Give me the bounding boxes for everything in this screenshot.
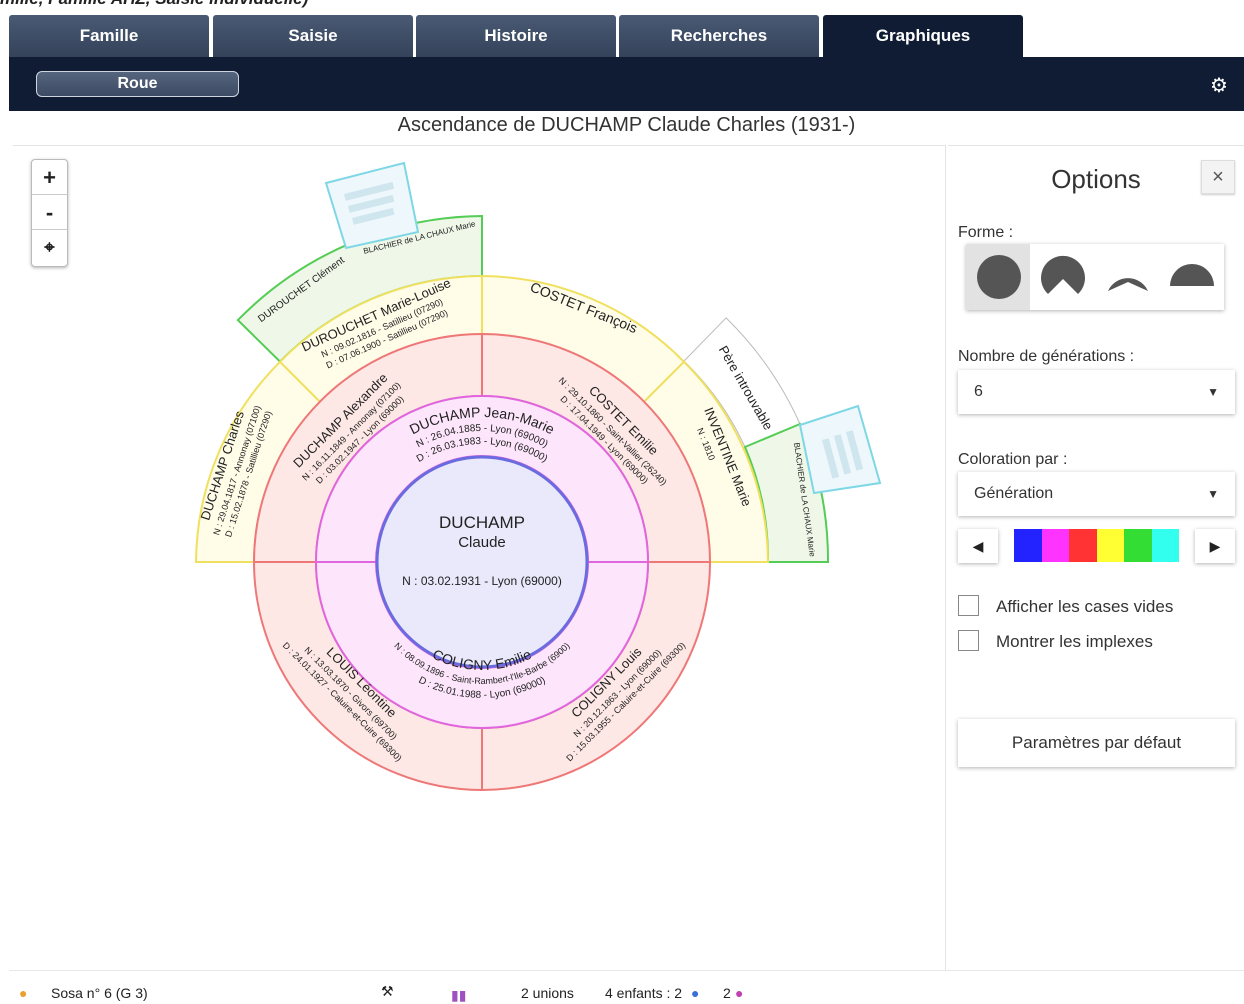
generations-select[interactable]: 6 ▼	[958, 370, 1235, 414]
shape-flat-half-option[interactable]	[1158, 244, 1222, 310]
palette-swatch	[1151, 529, 1179, 562]
chevron-down-icon: ▼	[1207, 487, 1219, 501]
shape-circle-option[interactable]	[966, 244, 1030, 310]
male-icon: ●	[691, 985, 700, 1001]
show-empty-label: Afficher les cases vides	[996, 597, 1174, 616]
coloration-label: Coloration par :	[958, 451, 1068, 468]
color-palette	[1014, 529, 1179, 562]
palette-swatch	[1124, 529, 1152, 562]
daughters-count: 2	[723, 985, 731, 1001]
children-text: 4 enfants : 2	[605, 985, 683, 1001]
person-icon: ●	[19, 985, 28, 1001]
female-icon: ●	[735, 985, 744, 1001]
view-roue-button[interactable]: Roue	[36, 71, 239, 97]
close-options-button[interactable]: ×	[1201, 160, 1235, 194]
zoom-control: + - ⌖	[31, 159, 68, 267]
chart-canvas	[13, 145, 946, 970]
show-empty-checkbox[interactable]	[958, 595, 979, 616]
coloration-value: Génération	[974, 485, 1054, 502]
palette-swatch	[1096, 529, 1124, 562]
generations-label: Nombre de générations :	[958, 348, 1135, 365]
chevron-down-icon: ▼	[1207, 385, 1219, 399]
center-target-icon[interactable]: ⌖	[32, 230, 67, 265]
generations-value: 6	[974, 383, 983, 400]
forme-label: Forme :	[958, 224, 1014, 241]
palette-swatch	[1041, 529, 1069, 562]
tab-graphiques[interactable]: Graphiques	[823, 15, 1023, 57]
shape-selector	[966, 244, 1224, 310]
zoom-in-button[interactable]: +	[32, 160, 67, 195]
sosa-text: Sosa n° 6 (G 3)	[51, 985, 148, 1001]
palette-swatch	[1069, 529, 1097, 562]
status-bar: ● Sosa n° 6 (G 3) ⚒ ▮▮ 2 unions 4 enfant…	[9, 970, 1244, 1004]
chart-title: Ascendance de DUCHAMP Claude Charles (19…	[397, 114, 856, 136]
main-tabs: Famille Saisie Histoire Recherches Graph…	[9, 15, 1244, 57]
toolbar: Roue ⚙	[9, 57, 1244, 111]
palette-next-button[interactable]: ▶	[1195, 529, 1235, 563]
palette-prev-button[interactable]: ◀	[958, 529, 998, 563]
options-panel: Options × Forme : Nombre de générations …	[948, 145, 1244, 970]
show-implex-label: Montrer les implexes	[996, 632, 1153, 651]
coloration-select[interactable]: Génération ▼	[958, 472, 1235, 516]
unions-text: 2 unions	[521, 985, 574, 1001]
chart-bars-icon[interactable]: ▮▮	[451, 987, 466, 1004]
reset-defaults-button[interactable]: Paramètres par défaut	[958, 719, 1235, 767]
settings-gear-icon[interactable]: ⚙	[1208, 75, 1230, 97]
shape-half-circle-option[interactable]	[1094, 244, 1158, 310]
show-implex-checkbox[interactable]	[958, 630, 979, 651]
hammer-icon[interactable]: ⚒	[381, 983, 394, 1000]
window-title-fragment: mille, Famille AHZ, Saisie individuelle)	[0, 0, 1244, 8]
tab-recherches[interactable]: Recherches	[619, 15, 819, 57]
options-title: Options	[1051, 164, 1141, 194]
palette-swatch	[1014, 529, 1042, 562]
tab-histoire[interactable]: Histoire	[416, 15, 616, 57]
tab-saisie[interactable]: Saisie	[213, 15, 413, 57]
zoom-out-button[interactable]: -	[32, 195, 67, 230]
shape-three-quarter-option[interactable]	[1030, 244, 1094, 310]
tab-famille[interactable]: Famille	[9, 15, 209, 57]
